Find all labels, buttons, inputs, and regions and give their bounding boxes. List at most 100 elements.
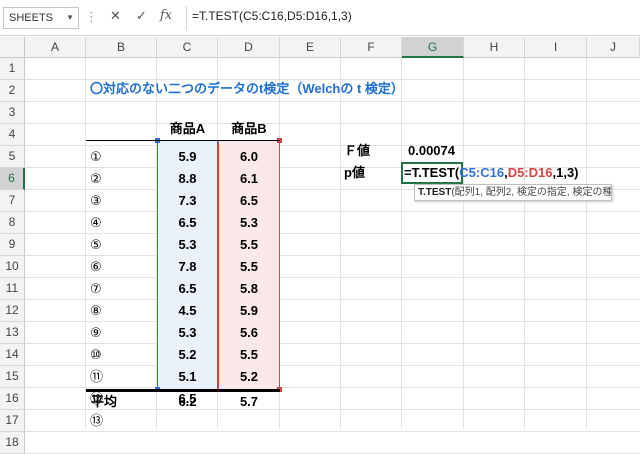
formula-input[interactable]: =T.TEST(C5:C16,D5:D16,1,3) [192, 9, 352, 23]
value-b[interactable]: 6.1 [218, 168, 280, 190]
item-label[interactable]: ⑧ [90, 300, 102, 322]
value-b[interactable]: 6.5 [218, 190, 280, 212]
row-header-2[interactable]: 2 [0, 80, 25, 102]
more-options-icon[interactable]: ⋮ [85, 9, 98, 25]
value-a[interactable]: 5.9 [157, 146, 218, 168]
value-b[interactable]: 5.8 [218, 278, 280, 300]
header-product-a[interactable]: 商品A [157, 118, 218, 140]
column-header-i[interactable]: I [525, 37, 587, 58]
value-a[interactable]: 6.5 [157, 278, 218, 300]
item-label[interactable]: ⑪ [90, 366, 103, 388]
value-a[interactable]: 5.2 [157, 344, 218, 366]
tooltip-function-name[interactable]: T.TEST [418, 187, 451, 198]
grid-line [25, 299, 640, 300]
row-header-6[interactable]: 6 [0, 168, 25, 190]
formula-bar-divider [186, 6, 187, 30]
chevron-down-icon[interactable]: ▼ [66, 8, 74, 28]
item-label[interactable]: ⑨ [90, 322, 102, 344]
f-value[interactable]: 0.00074 [408, 140, 455, 162]
column-header-j[interactable]: J [587, 37, 640, 58]
formula-bar: SHEETS ▼ ⋮ ✕ ✓ fx =T.TEST(C5:C16,D5:D16,… [0, 0, 640, 36]
average-b[interactable]: 5.7 [218, 391, 280, 413]
item-label[interactable]: ② [90, 168, 102, 190]
row-header-8[interactable]: 8 [0, 212, 25, 234]
row-header-12[interactable]: 12 [0, 300, 25, 322]
value-b[interactable]: 6.0 [218, 146, 280, 168]
formula-tail: ,1,3) [552, 165, 579, 180]
item-label[interactable]: ⑩ [90, 344, 102, 366]
value-a[interactable]: 8.8 [157, 168, 218, 190]
grid-line [25, 409, 640, 410]
column-header-d[interactable]: D [218, 37, 280, 58]
value-b[interactable]: 5.5 [218, 344, 280, 366]
item-label[interactable]: ⑬ [90, 410, 103, 432]
grid-line [586, 58, 587, 428]
column-header-h[interactable]: H [464, 37, 525, 58]
column-header-g[interactable]: G [402, 37, 464, 58]
grid-line [25, 101, 640, 102]
item-label[interactable]: ⑦ [90, 278, 102, 300]
name-box-value: SHEETS [9, 12, 54, 24]
row-header-7[interactable]: 7 [0, 190, 25, 212]
formula-ref-1: C5:C16 [459, 165, 505, 180]
p-value-label[interactable]: p値 [344, 162, 365, 184]
column-header-f[interactable]: F [341, 37, 402, 58]
value-a[interactable]: 5.3 [157, 322, 218, 344]
grid-line [25, 321, 640, 322]
function-fx-icon[interactable]: fx [160, 8, 172, 23]
value-b[interactable]: 5.9 [218, 300, 280, 322]
average-label[interactable]: 平均 [91, 391, 117, 413]
tooltip-arguments: (配列1, 配列2, 検定の指定, 検定の種類) [451, 187, 612, 198]
row-header-4[interactable]: 4 [0, 124, 25, 146]
item-label[interactable]: ① [90, 146, 102, 168]
cancel-x-icon[interactable]: ✕ [110, 8, 121, 24]
formula-ref-2: D5:D16 [507, 165, 553, 180]
row-header-3[interactable]: 3 [0, 102, 25, 124]
grid-line [25, 145, 640, 146]
column-header-e[interactable]: E [280, 37, 341, 58]
grid-line [340, 58, 341, 428]
value-a[interactable]: 4.5 [157, 300, 218, 322]
name-box[interactable]: SHEETS ▼ [3, 7, 79, 29]
column-header-a[interactable]: A [25, 37, 86, 58]
row-header-17[interactable]: 17 [0, 410, 25, 432]
average-a[interactable]: 6.2 [157, 391, 218, 413]
row-header-5[interactable]: 5 [0, 146, 25, 168]
row-header-13[interactable]: 13 [0, 322, 25, 344]
value-b[interactable]: 5.2 [218, 366, 280, 388]
value-a[interactable]: 6.5 [157, 212, 218, 234]
value-b[interactable]: 5.6 [218, 322, 280, 344]
value-a[interactable]: 5.1 [157, 366, 218, 388]
value-b[interactable]: 5.5 [218, 256, 280, 278]
item-label[interactable]: ③ [90, 190, 102, 212]
value-a[interactable]: 7.3 [157, 190, 218, 212]
value-b[interactable]: 5.5 [218, 234, 280, 256]
cell-formula-edit[interactable]: =T.TEST(C5:C16,D5:D16,1,3) [404, 162, 579, 184]
row-header-9[interactable]: 9 [0, 234, 25, 256]
value-a[interactable]: 5.3 [157, 234, 218, 256]
function-tooltip: T.TEST(配列1, 配列2, 検定の指定, 検定の種類) [414, 184, 612, 201]
value-a[interactable]: 7.8 [157, 256, 218, 278]
row-header-11[interactable]: 11 [0, 278, 25, 300]
grid-line [25, 277, 640, 278]
grid-line [25, 387, 640, 388]
header-product-b[interactable]: 商品B [218, 118, 280, 140]
grid-line [524, 58, 525, 428]
row-header-14[interactable]: 14 [0, 344, 25, 366]
item-label[interactable]: ⑥ [90, 256, 102, 278]
row-header-1[interactable]: 1 [0, 58, 25, 80]
row-header-15[interactable]: 15 [0, 366, 25, 388]
item-label[interactable]: ⑤ [90, 234, 102, 256]
row-header-16[interactable]: 16 [0, 388, 25, 410]
column-header-c[interactable]: C [157, 37, 218, 58]
column-header-b[interactable]: B [86, 37, 157, 58]
confirm-check-icon[interactable]: ✓ [136, 8, 147, 24]
value-b[interactable]: 5.3 [218, 212, 280, 234]
item-label[interactable]: ④ [90, 212, 102, 234]
f-value-label[interactable]: Ｆ値 [344, 140, 370, 162]
grid-line [463, 58, 464, 428]
grid-line [25, 233, 640, 234]
row-header-18[interactable]: 18 [0, 432, 25, 454]
row-header-10[interactable]: 10 [0, 256, 25, 278]
select-all-corner[interactable] [0, 37, 25, 58]
